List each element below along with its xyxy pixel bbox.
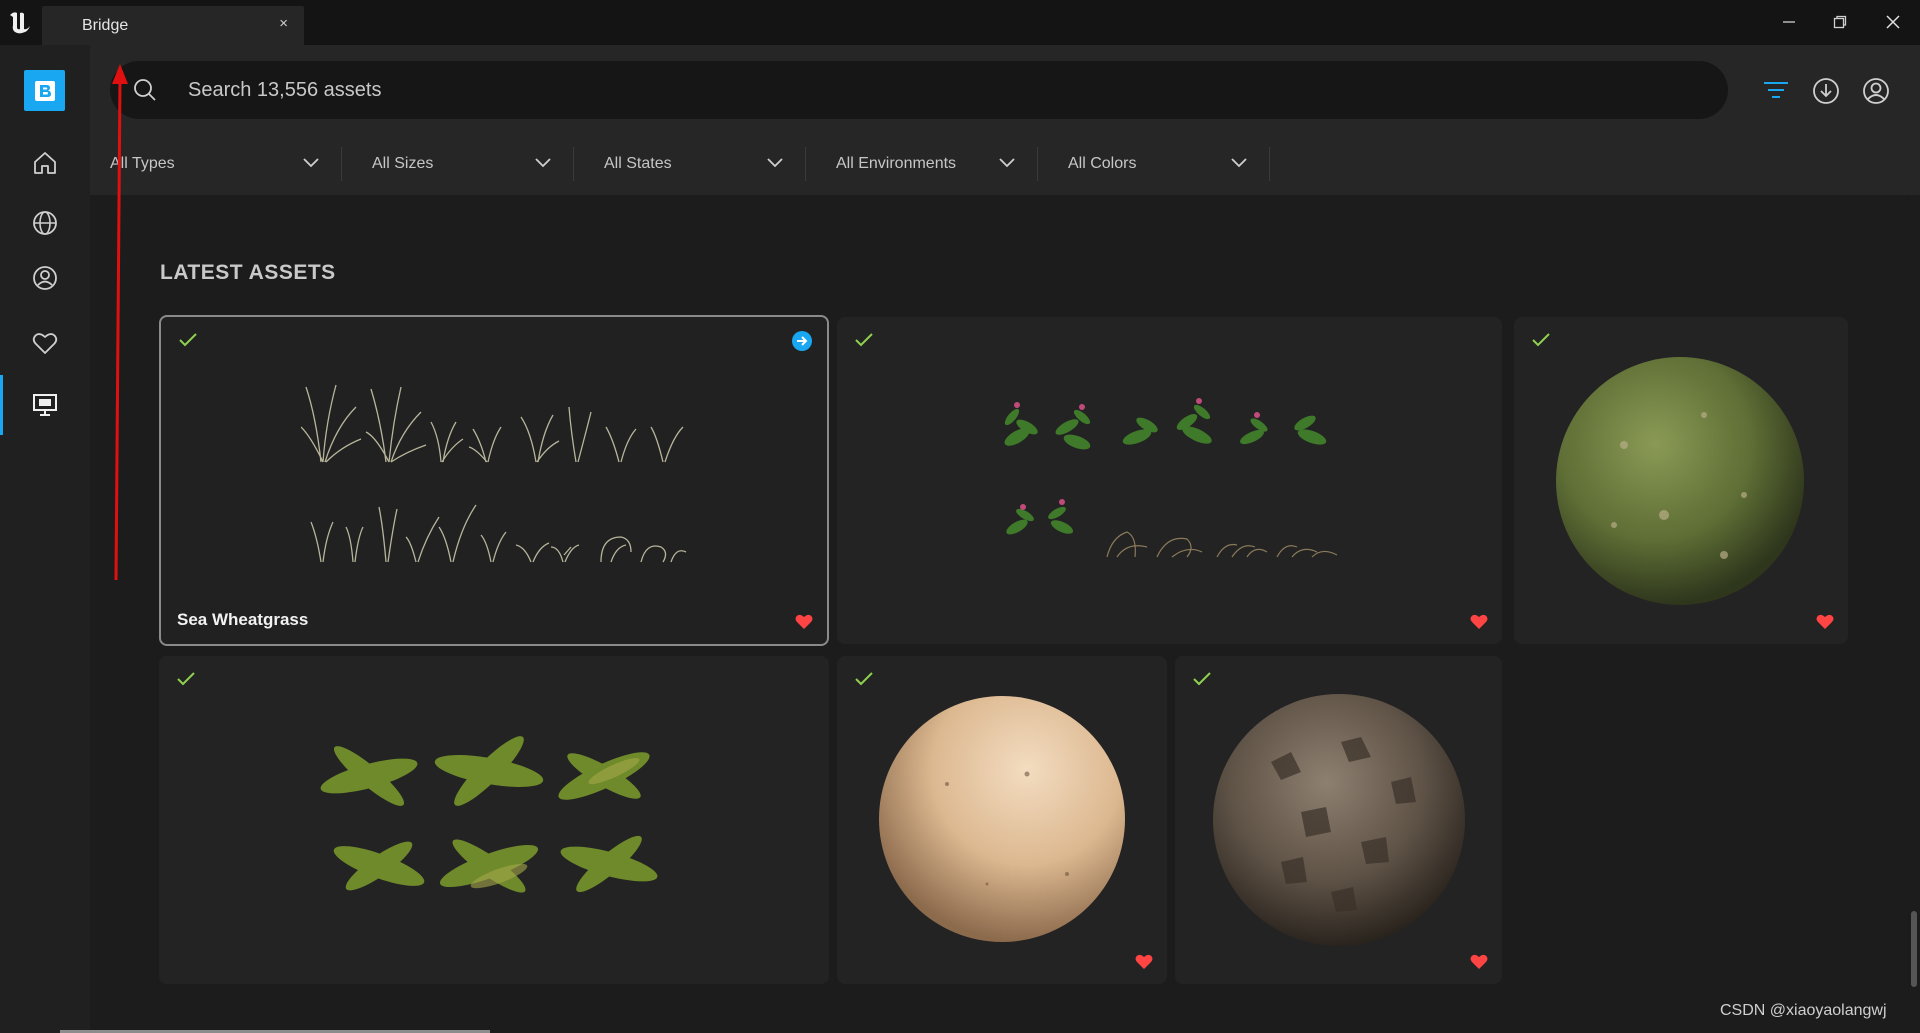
asset-thumbnail bbox=[320, 736, 658, 893]
asset-thumbnail bbox=[1556, 357, 1804, 605]
monitor-icon[interactable] bbox=[27, 387, 63, 423]
header: All Types All Sizes All States All Envir… bbox=[90, 45, 1920, 195]
filter-types-dropdown[interactable]: All Types bbox=[110, 147, 342, 181]
asset-card[interactable] bbox=[1514, 317, 1848, 644]
minimize-button[interactable] bbox=[1769, 8, 1809, 36]
active-nav-indicator bbox=[0, 375, 3, 435]
annotation-arrow bbox=[112, 64, 128, 581]
account-icon[interactable] bbox=[1859, 74, 1893, 108]
favorite-heart-icon[interactable] bbox=[1816, 614, 1834, 630]
downloaded-check-icon bbox=[179, 333, 197, 347]
favorite-heart-icon[interactable] bbox=[795, 614, 813, 630]
asset-thumbnail bbox=[301, 384, 687, 563]
downloaded-check-icon bbox=[177, 672, 195, 686]
filter-sizes-dropdown[interactable]: All Sizes bbox=[342, 147, 574, 181]
downloaded-check-icon bbox=[1193, 672, 1211, 686]
favorite-heart-icon[interactable] bbox=[1135, 954, 1153, 970]
home-icon[interactable] bbox=[27, 145, 63, 181]
filter-environments-dropdown[interactable]: All Environments bbox=[806, 147, 1038, 181]
heart-icon[interactable] bbox=[27, 325, 63, 361]
download-icon[interactable] bbox=[1809, 74, 1843, 108]
chevron-down-icon bbox=[767, 158, 783, 168]
downloaded-check-icon bbox=[855, 333, 873, 347]
section-title: LATEST ASSETS bbox=[160, 261, 336, 284]
globe-icon[interactable] bbox=[27, 205, 63, 241]
title-bar: Bridge × bbox=[0, 0, 1920, 45]
chevron-down-icon bbox=[535, 158, 551, 168]
search-bar[interactable] bbox=[110, 61, 1728, 119]
bridge-logo-button[interactable] bbox=[24, 70, 65, 111]
filter-label: All States bbox=[604, 155, 672, 172]
asset-card[interactable]: Sea Wheatgrass bbox=[159, 315, 829, 646]
tab-close-button[interactable]: × bbox=[279, 15, 288, 32]
tab-title: Bridge bbox=[82, 17, 129, 34]
asset-browser: LATEST ASSETS Sea Wheatgrass bbox=[90, 195, 1908, 1033]
filter-bar: All Types All Sizes All States All Envir… bbox=[110, 147, 1270, 181]
asset-thumbnail bbox=[1213, 694, 1465, 946]
close-window-button[interactable] bbox=[1873, 8, 1913, 36]
asset-thumbnail bbox=[1004, 398, 1338, 558]
filter-colors-dropdown[interactable]: All Colors bbox=[1038, 147, 1270, 181]
asset-card[interactable] bbox=[1175, 656, 1502, 984]
sidebar bbox=[0, 45, 90, 1033]
asset-card[interactable] bbox=[159, 656, 829, 984]
watermark: CSDN @xiaoyaolangwj bbox=[1720, 1002, 1887, 1019]
unreal-logo-icon bbox=[4, 6, 36, 38]
filter-label: All Colors bbox=[1068, 155, 1137, 172]
downloaded-check-icon bbox=[1532, 333, 1550, 347]
chevron-down-icon bbox=[999, 158, 1015, 168]
vertical-scrollbar[interactable] bbox=[1909, 195, 1920, 1033]
user-circle-icon[interactable] bbox=[27, 260, 63, 296]
asset-card[interactable] bbox=[837, 656, 1167, 984]
asset-name: Sea Wheatgrass bbox=[177, 610, 309, 629]
favorite-heart-icon[interactable] bbox=[1470, 614, 1488, 630]
filter-label: All Sizes bbox=[372, 155, 434, 172]
scroll-thumb[interactable] bbox=[1911, 911, 1917, 987]
filter-label: All Environments bbox=[836, 155, 957, 172]
chevron-down-icon bbox=[303, 158, 319, 168]
filter-states-dropdown[interactable]: All States bbox=[574, 147, 806, 181]
filter-icon[interactable] bbox=[1759, 74, 1793, 108]
search-icon bbox=[132, 77, 158, 108]
bridge-tab[interactable]: Bridge × bbox=[42, 6, 304, 45]
asset-card[interactable] bbox=[837, 317, 1502, 644]
search-input[interactable] bbox=[188, 61, 1688, 119]
arrow-right-circle-icon[interactable] bbox=[791, 330, 813, 352]
downloaded-check-icon bbox=[855, 672, 873, 686]
favorite-heart-icon[interactable] bbox=[1470, 954, 1488, 970]
restore-button[interactable] bbox=[1820, 8, 1860, 36]
asset-thumbnail bbox=[879, 696, 1125, 942]
chevron-down-icon bbox=[1231, 158, 1247, 168]
